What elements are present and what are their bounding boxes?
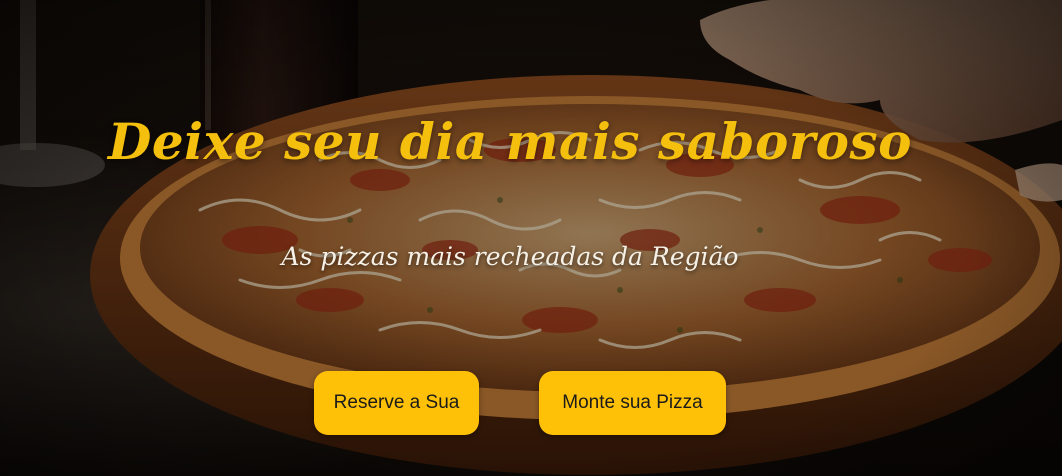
- hero-headline: Deixe seu dia mais saboroso: [107, 112, 913, 171]
- hero-subheadline: As pizzas mais recheadas da Região: [281, 242, 739, 271]
- reserve-button[interactable]: Reserve a Sua: [314, 371, 479, 435]
- build-pizza-button[interactable]: Monte sua Pizza: [539, 371, 726, 435]
- pizza-background-image: [0, 0, 1062, 476]
- hero-section: Deixe seu dia mais saboroso As pizzas ma…: [0, 0, 1062, 476]
